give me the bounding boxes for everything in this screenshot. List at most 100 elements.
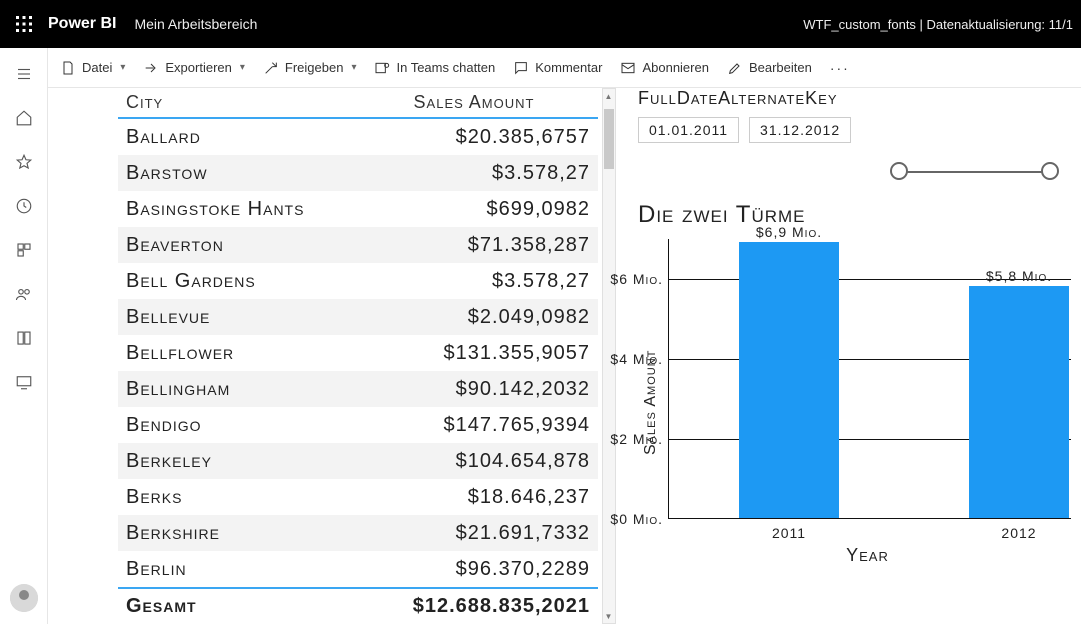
- cell-amount: $90.142,2032: [358, 375, 590, 403]
- screen-icon[interactable]: [0, 360, 48, 404]
- app-launcher-icon[interactable]: [8, 8, 40, 40]
- scroll-thumb[interactable]: [604, 109, 614, 169]
- scroll-up-icon[interactable]: ▲: [603, 89, 615, 103]
- cell-amount: $3.578,27: [358, 159, 590, 187]
- column-header-city[interactable]: City: [126, 92, 358, 113]
- more-options-button[interactable]: ···: [830, 60, 850, 76]
- cell-city: Bellevue: [126, 303, 358, 331]
- comment-label: Kommentar: [535, 60, 602, 75]
- share-menu[interactable]: Freigeben ▾: [263, 60, 357, 76]
- comment-button[interactable]: Kommentar: [513, 60, 602, 76]
- cell-city: Bellflower: [126, 339, 358, 367]
- cell-amount: $699,0982: [358, 195, 590, 223]
- cell-city: Berkshire: [126, 519, 358, 547]
- user-avatar[interactable]: [10, 584, 38, 612]
- table-row[interactable]: Bellflower$131.355,9057: [118, 335, 598, 371]
- date-to-input[interactable]: 31.12.2012: [749, 117, 851, 143]
- cell-city: Basingstoke Hants: [126, 195, 358, 223]
- slider-handle-to[interactable]: [1041, 162, 1059, 180]
- edit-label: Bearbeiten: [749, 60, 812, 75]
- workspace-name[interactable]: Mein Arbeitsbereich: [134, 16, 257, 32]
- subscribe-label: Abonnieren: [642, 60, 709, 75]
- people-icon[interactable]: [0, 272, 48, 316]
- cell-amount: $104.654,878: [358, 447, 590, 475]
- menu-icon[interactable]: [0, 52, 48, 96]
- file-label: Datei: [82, 60, 112, 75]
- book-icon[interactable]: [0, 316, 48, 360]
- scroll-down-icon[interactable]: ▼: [603, 609, 615, 623]
- date-from-input[interactable]: 01.01.2011: [638, 117, 739, 143]
- table-header: City Sales Amount: [118, 88, 598, 119]
- table-row[interactable]: Beaverton$71.358,287: [118, 227, 598, 263]
- x-axis-label: Year: [664, 545, 1071, 566]
- table-row[interactable]: Bellevue$2.049,0982: [118, 299, 598, 335]
- cell-amount: $18.646,237: [358, 483, 590, 511]
- table-row[interactable]: Bendigo$147.765,9394: [118, 407, 598, 443]
- table-row[interactable]: Basingstoke Hants$699,0982: [118, 191, 598, 227]
- table-visual[interactable]: City Sales Amount Ballard$20.385,6757Bar…: [118, 88, 598, 624]
- cell-city: Bendigo: [126, 411, 358, 439]
- table-row[interactable]: Bellingham$90.142,2032: [118, 371, 598, 407]
- cell-city: Berks: [126, 483, 358, 511]
- date-range-slider[interactable]: [658, 157, 1061, 187]
- product-name: Power BI: [48, 15, 116, 33]
- header-bar: Power BI Mein Arbeitsbereich WTF_custom_…: [0, 0, 1081, 48]
- cell-amount: $21.691,7332: [358, 519, 590, 547]
- table-row[interactable]: Berkeley$104.654,878: [118, 443, 598, 479]
- y-tick-label: $4 Mio.: [601, 351, 663, 367]
- header-status: WTF_custom_fonts | Datenaktualisierung: …: [803, 17, 1073, 32]
- y-tick-label: $6 Mio.: [601, 271, 663, 287]
- column-header-amount[interactable]: Sales Amount: [358, 92, 590, 113]
- cell-city: Barstow: [126, 159, 358, 187]
- table-total-row: Gesamt $12.688.835,2021: [118, 587, 598, 624]
- bar-value-label: $5,8 Mio.: [949, 268, 1081, 284]
- bar-chart[interactable]: Sales Amount $0 Mio.$2 Mio.$4 Mio.$6 Mio…: [638, 239, 1071, 566]
- export-label: Exportieren: [165, 60, 231, 75]
- chart-bar[interactable]: [739, 242, 839, 518]
- cell-amount: $96.370,2289: [358, 555, 590, 583]
- y-tick-label: $0 Mio.: [601, 511, 663, 527]
- table-row[interactable]: Berlin$96.370,2289: [118, 551, 598, 587]
- x-tick-label: 2011: [739, 525, 839, 541]
- cell-amount: $71.358,287: [358, 231, 590, 259]
- teams-button[interactable]: In Teams chatten: [374, 60, 495, 76]
- chevron-down-icon: ▾: [240, 62, 245, 73]
- chart-bar[interactable]: [969, 286, 1069, 518]
- teams-label: In Teams chatten: [396, 60, 495, 75]
- subscribe-button[interactable]: Abonnieren: [620, 60, 709, 76]
- cell-amount: $2.049,0982: [358, 303, 590, 331]
- report-toolbar: Datei ▾ Exportieren ▾ Freigeben ▾ In Tea…: [48, 48, 1081, 88]
- table-row[interactable]: Barstow$3.578,27: [118, 155, 598, 191]
- y-tick-label: $2 Mio.: [601, 431, 663, 447]
- clock-icon[interactable]: [0, 184, 48, 228]
- bar-value-label: $6,9 Mio.: [719, 224, 859, 240]
- table-row[interactable]: Ballard$20.385,6757: [118, 119, 598, 155]
- chevron-down-icon: ▾: [120, 62, 125, 73]
- cell-amount: $147.765,9394: [358, 411, 590, 439]
- cell-city: Berkeley: [126, 447, 358, 475]
- app-icon[interactable]: [0, 228, 48, 272]
- table-row[interactable]: Berks$18.646,237: [118, 479, 598, 515]
- slider-handle-from[interactable]: [890, 162, 908, 180]
- table-row[interactable]: Bell Gardens$3.578,27: [118, 263, 598, 299]
- star-icon[interactable]: [0, 140, 48, 184]
- table-row[interactable]: Berkshire$21.691,7332: [118, 515, 598, 551]
- cell-amount: $131.355,9057: [358, 339, 590, 367]
- chevron-down-icon: ▾: [351, 62, 356, 73]
- cell-city: Beaverton: [126, 231, 358, 259]
- cell-amount: $20.385,6757: [358, 123, 590, 151]
- cell-city: Ballard: [126, 123, 358, 151]
- file-menu[interactable]: Datei ▾: [60, 60, 125, 76]
- cell-city: Berlin: [126, 555, 358, 583]
- slicer-title: FullDateAlternateKey: [638, 88, 1071, 109]
- total-label: Gesamt: [126, 595, 358, 618]
- cell-amount: $3.578,27: [358, 267, 590, 295]
- cell-city: Bell Gardens: [126, 267, 358, 295]
- edit-button[interactable]: Bearbeiten: [727, 60, 812, 76]
- cell-city: Bellingham: [126, 375, 358, 403]
- home-icon[interactable]: [0, 96, 48, 140]
- export-menu[interactable]: Exportieren ▾: [143, 60, 245, 76]
- total-amount: $12.688.835,2021: [358, 595, 590, 618]
- x-tick-label: 2012: [969, 525, 1069, 541]
- share-label: Freigeben: [285, 60, 344, 75]
